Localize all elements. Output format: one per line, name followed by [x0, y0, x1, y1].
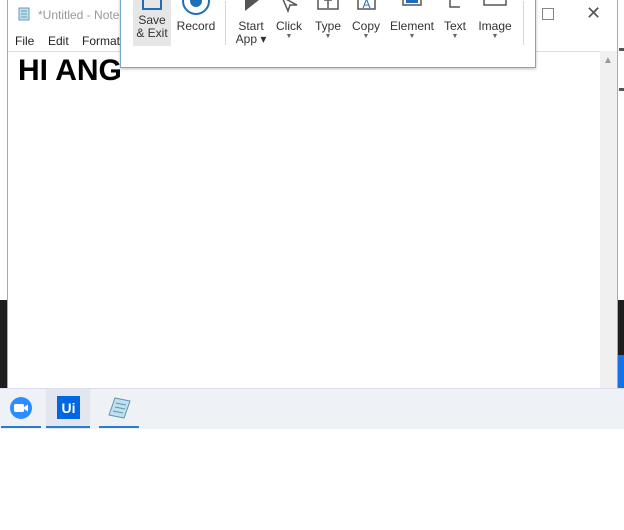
- record-label: Record: [176, 19, 216, 33]
- click-button[interactable]: Click ▼: [271, 0, 307, 41]
- document-text: HI ANG: [18, 54, 122, 87]
- copy-text-icon: A: [357, 0, 376, 11]
- type-label: Type: [314, 19, 341, 33]
- active-indicator: [1, 426, 41, 428]
- recorder-ribbon: Save & Exit Record Start App ▾ Click ▼ T…: [120, 0, 536, 68]
- type-button[interactable]: Type ▼: [310, 0, 346, 41]
- start-app-button[interactable]: Start App ▾: [233, 0, 269, 46]
- menu-format[interactable]: Format: [82, 34, 120, 48]
- ribbon-separator: [225, 1, 226, 45]
- type-icon: [317, 0, 339, 10]
- close-icon[interactable]: ✕: [586, 3, 601, 23]
- taskbar-zoom[interactable]: [1, 389, 41, 429]
- copy-label: Copy: [351, 19, 380, 33]
- active-indicator: [99, 426, 139, 428]
- pointer-icon: [282, 0, 298, 14]
- image-icon: [483, 0, 507, 6]
- start-app-label-2: App ▾: [235, 32, 267, 46]
- zoom-camera-icon: [10, 397, 32, 419]
- ribbon-separator: [523, 1, 524, 45]
- vertical-scrollbar[interactable]: ▲: [600, 51, 617, 388]
- play-icon: [245, 0, 259, 11]
- svg-text:A: A: [362, 0, 370, 11]
- save-exit-label-2: & Exit: [136, 26, 168, 40]
- text-icon: [449, 0, 460, 8]
- chevron-down-icon[interactable]: ▼: [388, 33, 436, 41]
- background-window-fragment: [619, 48, 624, 91]
- chevron-down-icon[interactable]: ▼: [348, 33, 384, 41]
- record-button[interactable]: Record: [175, 0, 217, 33]
- chevron-down-icon[interactable]: ▼: [271, 33, 307, 41]
- chevron-down-icon[interactable]: ▼: [310, 33, 346, 41]
- active-indicator: [46, 426, 90, 428]
- image-label: Image: [478, 19, 512, 33]
- click-label: Click: [276, 19, 302, 33]
- element-label: Element: [389, 19, 435, 33]
- menu-file[interactable]: File: [15, 34, 34, 48]
- notepad-app-icon: [18, 7, 30, 21]
- taskbar: Ui: [0, 388, 624, 429]
- record-icon: [182, 0, 210, 15]
- svg-text:Ui: Ui: [62, 400, 76, 416]
- element-button[interactable]: Element ▼: [388, 0, 436, 41]
- image-button[interactable]: Image ▼: [475, 0, 515, 41]
- notepad-text-area[interactable]: HI ANG: [8, 51, 600, 389]
- uipath-icon: Ui: [57, 396, 80, 419]
- chevron-down-icon[interactable]: ▼: [475, 33, 515, 41]
- chevron-down-icon[interactable]: ▼: [439, 33, 471, 41]
- scroll-up-icon[interactable]: ▲: [603, 55, 613, 66]
- menu-edit[interactable]: Edit: [48, 34, 69, 48]
- copy-button[interactable]: A Copy ▼: [348, 0, 384, 41]
- floppy-disk-icon: [142, 0, 162, 10]
- taskbar-uipath[interactable]: Ui: [46, 389, 90, 429]
- text-label: Text: [443, 19, 466, 33]
- element-icon: [402, 0, 422, 6]
- taskbar-notepad[interactable]: [99, 389, 139, 429]
- text-button[interactable]: Text ▼: [439, 0, 471, 41]
- notepad-icon: [108, 397, 131, 419]
- save-exit-button[interactable]: Save & Exit: [133, 0, 171, 40]
- maximize-icon[interactable]: [542, 8, 554, 20]
